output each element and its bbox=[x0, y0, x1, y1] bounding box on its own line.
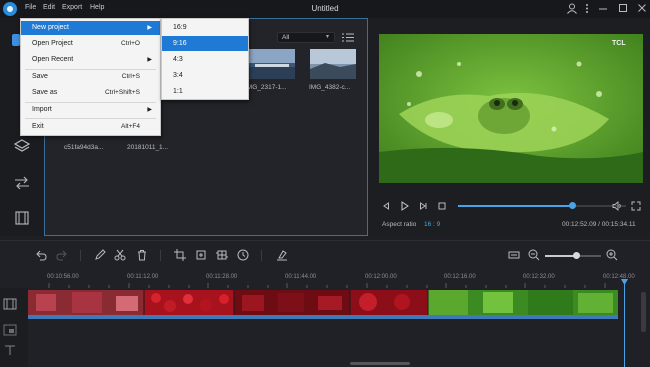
mosaic-icon[interactable] bbox=[216, 249, 228, 261]
menu-item-new-project[interactable]: New project ▶ bbox=[21, 21, 160, 35]
menu-export[interactable]: Export bbox=[62, 4, 82, 11]
menu-item-label: Exit bbox=[32, 123, 44, 130]
zoom-slider-handle[interactable] bbox=[572, 252, 580, 259]
video-preview bbox=[379, 34, 643, 183]
previous-frame-icon[interactable] bbox=[382, 202, 390, 210]
list-view-icon[interactable] bbox=[342, 33, 354, 42]
submenu-arrow-icon: ▶ bbox=[147, 57, 152, 63]
text-edit-icon[interactable] bbox=[276, 249, 288, 261]
stop-icon[interactable] bbox=[438, 202, 446, 210]
new-project-submenu: 16:9 9:16 4:3 3:4 1:1 bbox=[161, 18, 249, 100]
menu-item-ratio-3-4[interactable]: 3:4 bbox=[162, 68, 248, 83]
video-clip-strip[interactable] bbox=[28, 290, 618, 315]
transition-icon[interactable] bbox=[12, 176, 32, 190]
zoom-out-icon[interactable] bbox=[528, 249, 540, 261]
ruler-tick-label: 00:12:48.00 bbox=[603, 274, 635, 280]
vertical-scrollbar[interactable] bbox=[641, 292, 646, 332]
pip-track-icon[interactable] bbox=[3, 324, 17, 336]
app-logo-icon bbox=[3, 2, 17, 16]
menu-item-import[interactable]: Import ▶ bbox=[21, 103, 160, 117]
more-options-icon[interactable] bbox=[585, 3, 589, 14]
aspect-ratio-value[interactable]: 16 : 9 bbox=[424, 221, 440, 228]
menu-item-label: Save bbox=[32, 73, 48, 80]
scissors-icon[interactable] bbox=[114, 249, 126, 261]
undo-icon[interactable] bbox=[35, 249, 47, 261]
window-title: Untitled bbox=[311, 4, 339, 13]
menu-item-ratio-1-1[interactable]: 1:1 bbox=[162, 84, 248, 99]
menu-item-shortcut: Alt+F4 bbox=[121, 123, 140, 130]
menu-item-open-recent[interactable]: Open Recent ▶ bbox=[21, 53, 160, 67]
edit-icon[interactable] bbox=[94, 249, 106, 261]
ruler-ticks bbox=[48, 283, 606, 288]
submenu-arrow-icon: ▶ bbox=[147, 107, 152, 113]
toolbar-divider bbox=[80, 250, 81, 261]
ruler-tick-label: 00:10:56.00 bbox=[47, 274, 79, 280]
menu-edit[interactable]: Edit bbox=[43, 4, 55, 11]
menu-item-label: Open Project bbox=[32, 40, 73, 47]
user-icon[interactable] bbox=[567, 3, 577, 14]
video-track-icon[interactable] bbox=[3, 298, 17, 310]
media-thumbnail[interactable] bbox=[310, 49, 356, 79]
ruler-tick-label: 00:12:16.00 bbox=[444, 274, 476, 280]
menu-item-ratio-4-3[interactable]: 4:3 bbox=[162, 52, 248, 67]
menu-item-ratio-9-16[interactable]: 9:16 bbox=[162, 36, 248, 51]
layers-icon[interactable] bbox=[12, 138, 32, 152]
submenu-arrow-icon: ▶ bbox=[147, 25, 152, 31]
toolbar-divider bbox=[160, 250, 161, 261]
menu-item-exit[interactable]: Exit Alt+F4 bbox=[21, 120, 160, 134]
crop-icon[interactable] bbox=[174, 249, 186, 261]
menu-file[interactable]: File bbox=[25, 4, 36, 11]
chevron-down-icon: ▾ bbox=[326, 34, 330, 40]
menu-item-shortcut: Ctrl+Shift+S bbox=[104, 89, 140, 96]
media-tool-indicator bbox=[12, 34, 20, 46]
media-item-label: c51fa94d3a... bbox=[64, 144, 104, 151]
menu-help[interactable]: Help bbox=[90, 4, 104, 11]
delete-icon[interactable] bbox=[136, 249, 148, 261]
menu-item-shortcut: Ctrl+O bbox=[121, 40, 140, 47]
clip-selection-bar bbox=[28, 315, 618, 319]
playback-timecode: 00:12:52.09 / 00:15:34.11 bbox=[562, 221, 636, 228]
next-frame-icon[interactable] bbox=[419, 202, 427, 210]
playhead-line[interactable] bbox=[624, 280, 625, 367]
volume-icon[interactable] bbox=[612, 201, 622, 211]
menu-item-label: New project bbox=[32, 24, 69, 31]
media-item-label: IMG_2317-1... bbox=[245, 84, 287, 91]
menu-item-save[interactable]: Save Ctrl+S bbox=[21, 70, 160, 84]
toolbar-divider bbox=[261, 250, 262, 261]
play-icon[interactable] bbox=[400, 201, 409, 211]
menu-item-shortcut: Ctrl+S bbox=[121, 73, 140, 80]
media-thumbnail[interactable] bbox=[249, 49, 295, 79]
fit-timeline-icon[interactable] bbox=[508, 249, 520, 261]
zoom-in-icon[interactable] bbox=[606, 249, 618, 261]
menu-separator bbox=[25, 118, 156, 119]
seek-bar-progress bbox=[458, 205, 573, 207]
menu-item-label: Import bbox=[32, 106, 52, 113]
redo-icon[interactable] bbox=[56, 249, 68, 261]
menu-item-label: Save as bbox=[32, 89, 58, 96]
ruler-tick-label: 00:12:00.00 bbox=[365, 274, 397, 280]
menu-item-save-as[interactable]: Save as Ctrl+Shift+S bbox=[21, 86, 160, 100]
minimize-icon[interactable] bbox=[598, 3, 608, 14]
video-watermark: TCL bbox=[612, 40, 626, 47]
zoom-slider-fill bbox=[545, 255, 576, 257]
fullscreen-icon[interactable] bbox=[631, 201, 641, 211]
menu-item-open-project[interactable]: Open Project Ctrl+O bbox=[21, 37, 160, 51]
ruler-tick-label: 00:12:32.00 bbox=[523, 274, 555, 280]
resize-icon[interactable] bbox=[195, 249, 207, 261]
media-item-label: IMG_4382-c... bbox=[309, 84, 351, 91]
close-icon[interactable] bbox=[637, 3, 647, 14]
menu-item-ratio-16-9[interactable]: 16:9 bbox=[162, 20, 248, 35]
file-menu-dropdown: New project ▶ Open Project Ctrl+O Open R… bbox=[20, 18, 161, 136]
horizontal-scrollbar[interactable] bbox=[350, 362, 410, 365]
aspect-ratio-label: Aspect ratio bbox=[382, 221, 417, 228]
media-item-label: 20181011_1... bbox=[127, 144, 169, 151]
duration-icon[interactable] bbox=[237, 249, 249, 261]
ruler-tick-label: 00:11:28.00 bbox=[206, 274, 238, 280]
ruler-tick-label: 00:11:12.00 bbox=[127, 274, 159, 280]
maximize-icon[interactable] bbox=[618, 3, 628, 14]
menu-item-label: Open Recent bbox=[32, 56, 74, 63]
text-track-icon[interactable] bbox=[3, 344, 17, 356]
film-icon[interactable] bbox=[12, 211, 32, 225]
ruler-tick-label: 00:11:44.00 bbox=[285, 274, 317, 280]
